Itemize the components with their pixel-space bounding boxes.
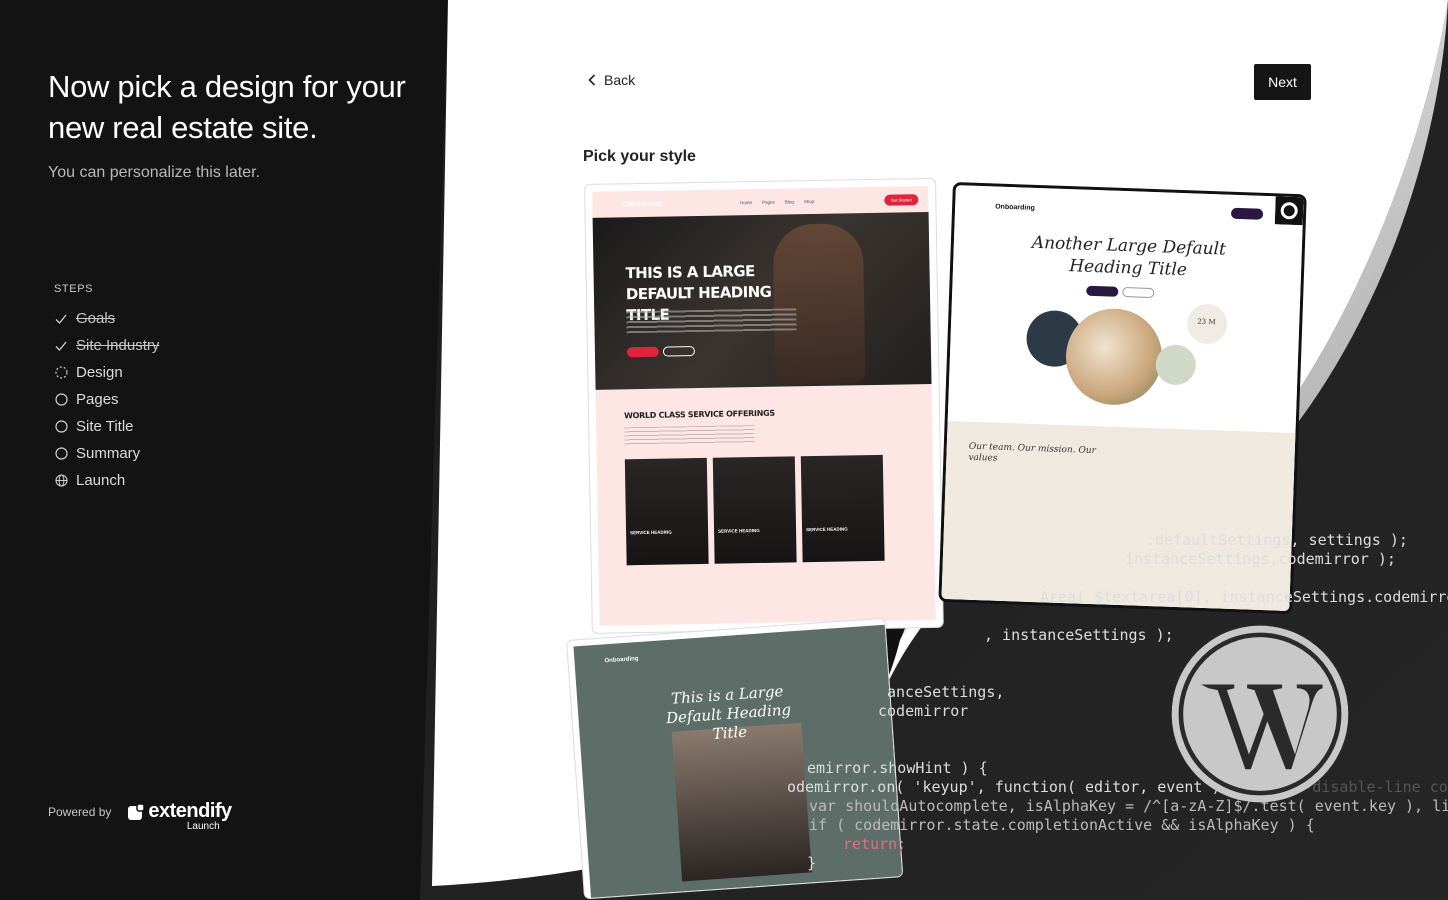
template-card-1[interactable]: Onboarding Home Pages Blog Shop Get Star… (584, 177, 944, 634)
template-preview: Onboarding This is a Large Default Headi… (573, 624, 903, 898)
preview-section-text (624, 425, 755, 446)
template-preview: Onboarding Another Large Default Heading… (941, 185, 1304, 611)
preview-nav-link: Home (739, 199, 753, 205)
preview-hero-image (671, 722, 812, 882)
preview-service-heading: SERVICE HEADING (718, 527, 760, 534)
preview-hero-text (626, 308, 797, 334)
preview-cta: Get Started (884, 193, 919, 206)
preview-section: Our team. Our mission. Our values (941, 420, 1296, 611)
preview-brand: Onboarding (995, 203, 1035, 212)
selected-radio-icon (1274, 196, 1304, 226)
next-button[interactable]: Next (1254, 64, 1311, 100)
preview-image (1155, 344, 1197, 386)
preview-nav-links: Home Pages Blog Shop (740, 198, 814, 204)
template-card-3[interactable]: Onboarding This is a Large Default Headi… (566, 617, 904, 900)
preview-service-heading: SERVICE HEADING (630, 529, 672, 536)
preview-section-title: Our team. Our mission. Our values (968, 441, 1097, 464)
chevron-left-icon (588, 74, 596, 86)
preview-hero-button (662, 346, 696, 357)
preview-nav-link: Shop (803, 198, 815, 204)
preview-image (1064, 307, 1164, 407)
preview-cta (1230, 207, 1264, 220)
preview-section-title: WORLD CLASS SERVICE OFFERINGS (623, 408, 775, 421)
back-label: Back (604, 72, 636, 88)
preview-service-card: SERVICE HEADING (624, 457, 709, 566)
preview-nav-link: Blog (784, 198, 794, 204)
preview-stat: 23 M (1197, 317, 1216, 327)
preview-hero-button (626, 346, 660, 358)
preview-service-card: SERVICE HEADING (800, 454, 885, 563)
preview-brand: Onboarding (604, 655, 639, 665)
preview-hero-title: Another Large Default Heading Title (1031, 232, 1227, 281)
preview-service-card: SERVICE HEADING (712, 456, 797, 564)
template-preview: Onboarding Home Pages Blog Shop Get Star… (592, 185, 936, 626)
preview-hero-title: This is a Large Default Heading Title (665, 681, 792, 743)
preview-hero-button (1122, 286, 1155, 299)
preview-hero-button (1086, 285, 1119, 297)
template-card-2[interactable]: Onboarding Another Large Default Heading… (938, 182, 1307, 615)
preview-service-heading: SERVICE HEADING (806, 526, 848, 533)
main-panel: Back Next Pick your style Onboarding Hom… (0, 0, 1448, 900)
preview-brand: Onboarding (622, 200, 663, 208)
preview-hero: THIS IS A LARGE DEFAULT HEADING TITLE (592, 211, 932, 390)
preview-nav-link: Pages (761, 199, 775, 205)
section-title: Pick your style (583, 148, 696, 165)
back-button[interactable]: Back (588, 72, 635, 88)
